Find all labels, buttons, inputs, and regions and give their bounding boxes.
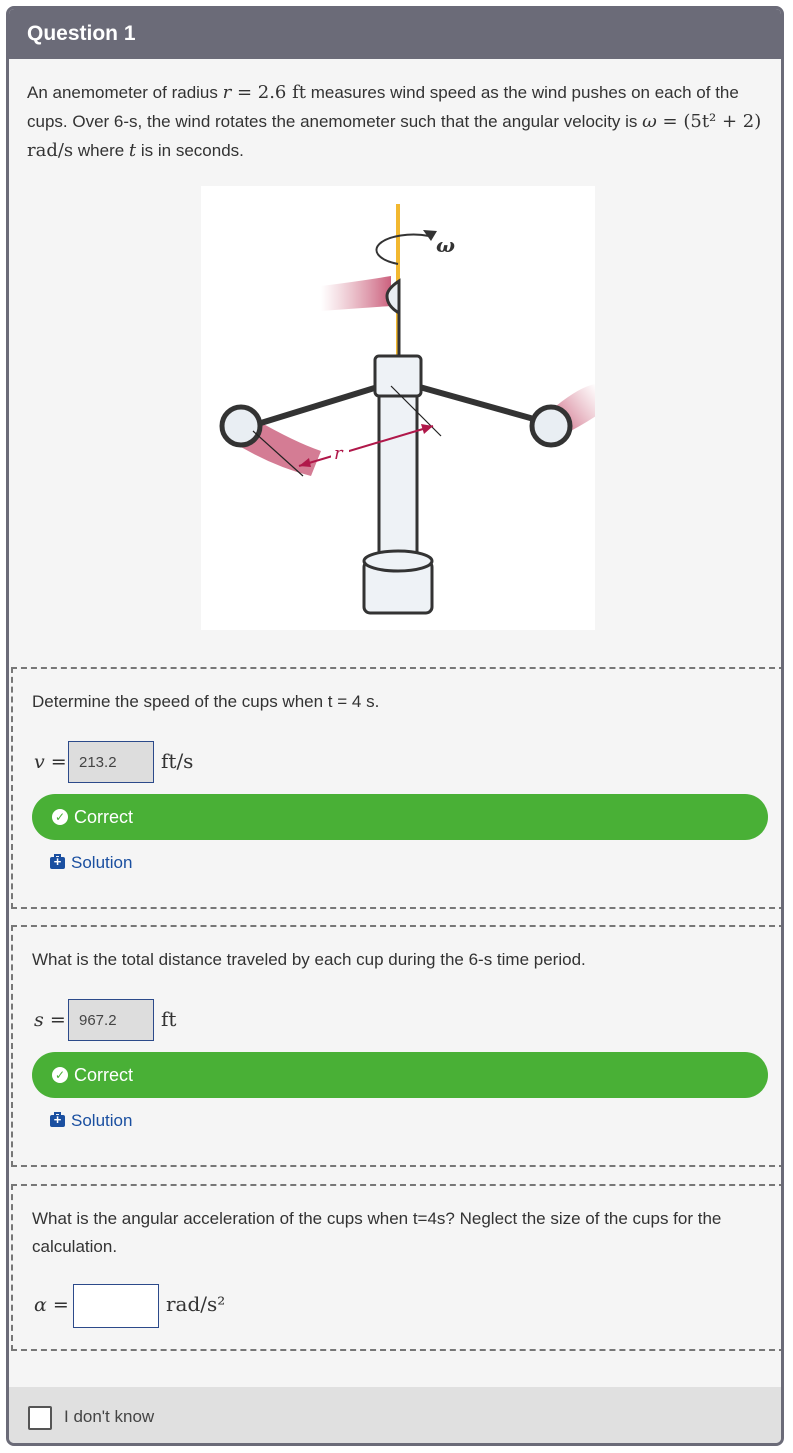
r-label: r — [334, 443, 344, 464]
part-2: What is the total distance traveled by e… — [11, 925, 781, 1167]
left-arm — [250, 383, 382, 429]
part-1-status-banner: ✓ Correct — [32, 794, 768, 840]
check-circle-icon: ✓ — [52, 1067, 68, 1083]
part-3-variable: α = — [34, 1294, 69, 1316]
part-1-answer-input[interactable]: 213.2 — [68, 741, 154, 783]
anemometer-illustration: ω r — [219, 204, 596, 615]
part-2-prompt: What is the total distance traveled by e… — [32, 950, 586, 969]
medkit-icon — [50, 1112, 65, 1127]
left-cup — [219, 404, 263, 448]
dont-know-checkbox[interactable] — [28, 1406, 52, 1430]
part-2-solution-link[interactable]: Solution — [50, 1111, 132, 1131]
medkit-icon — [50, 854, 65, 869]
part-3-unit: rad/s² — [166, 1292, 226, 1316]
anemometer-figure: ω r — [201, 186, 596, 630]
part-1-unit: ft/s — [161, 749, 194, 773]
check-circle-icon: ✓ — [52, 809, 68, 825]
part-2-answer-input[interactable]: 967.2 — [68, 999, 154, 1041]
right-arm — [415, 383, 542, 424]
part-1-variable: v = — [34, 751, 67, 773]
footer-bar: I don't know — [9, 1387, 781, 1443]
part-3: What is the angular acceleration of the … — [11, 1184, 781, 1351]
part-1-solution-link[interactable]: Solution — [50, 853, 132, 873]
part-3-prompt: What is the angular acceleration of the … — [32, 1209, 722, 1256]
part-2-status-banner: ✓ Correct — [32, 1052, 768, 1098]
right-cup — [529, 404, 573, 448]
question-intro: An anemometer of radius r = 2.6 ft measu… — [27, 82, 762, 161]
rotation-arrow — [375, 233, 430, 265]
part-1: Determine the speed of the cups when t =… — [11, 667, 781, 909]
dont-know-label[interactable]: I don't know — [64, 1407, 154, 1427]
part-2-variable: s = — [34, 1009, 66, 1031]
back-cup-trail — [321, 276, 391, 311]
hub — [373, 354, 423, 398]
part-2-unit: ft — [161, 1007, 177, 1031]
part-1-prompt: Determine the speed of the cups when t =… — [32, 692, 380, 711]
part-3-answer-input[interactable] — [73, 1284, 159, 1328]
omega-label: ω — [436, 233, 455, 257]
question-title: Question 1 — [9, 9, 781, 59]
question-card: Question 1 An anemometer of radius r = 2… — [6, 6, 784, 1446]
